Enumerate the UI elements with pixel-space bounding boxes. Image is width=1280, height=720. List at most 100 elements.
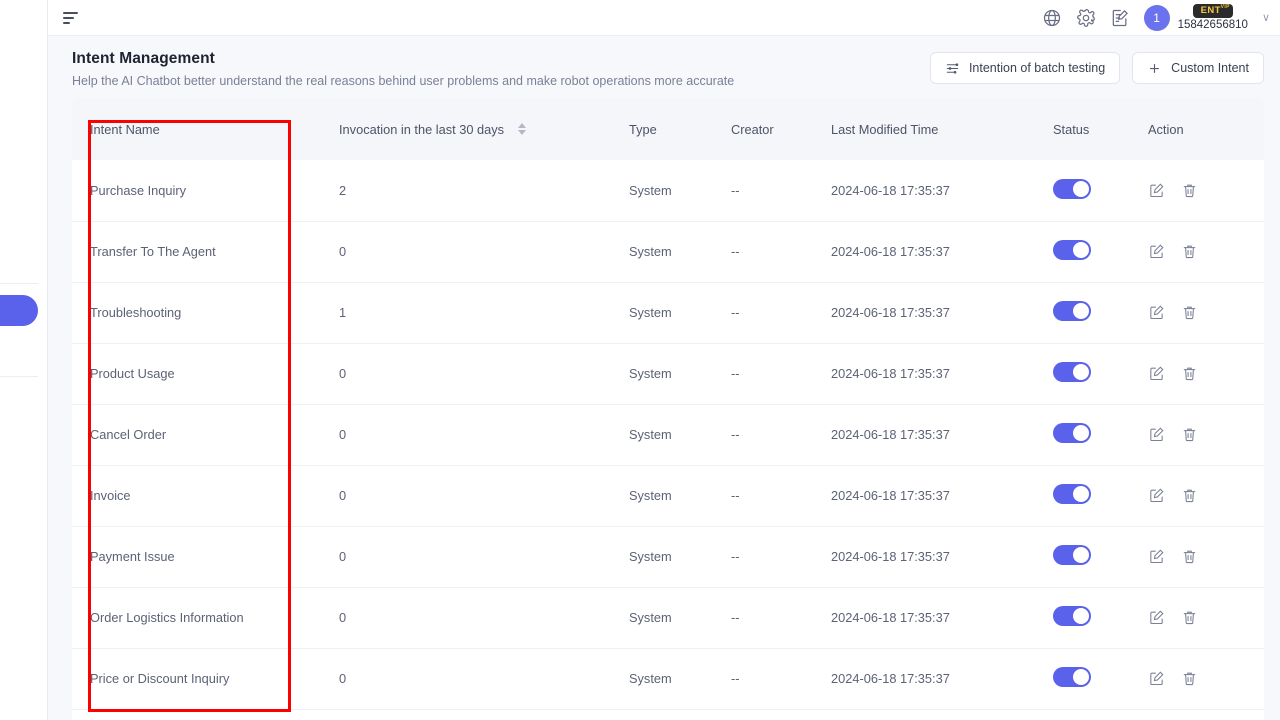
column-header-action[interactable]: Action bbox=[1138, 98, 1264, 160]
table-row[interactable]: Transfer To The Agent0System--2024-06-18… bbox=[72, 221, 1264, 282]
status-toggle[interactable] bbox=[1053, 362, 1091, 382]
cell-invocations: 0 bbox=[329, 343, 619, 404]
column-header-status[interactable]: Status bbox=[1043, 98, 1138, 160]
cell-type: System bbox=[619, 648, 721, 709]
cell-invocations: 0 bbox=[329, 587, 619, 648]
status-toggle[interactable] bbox=[1053, 667, 1091, 687]
sidebar-item-reply-strategy[interactable]: Reply Strategy bbox=[0, 330, 48, 370]
edit-icon[interactable] bbox=[1148, 182, 1165, 199]
cell-last-modified: 2024-06-18 17:35:37 bbox=[821, 526, 1043, 587]
page-header-text: Intent Management Help the AI Chatbot be… bbox=[72, 50, 930, 88]
gear-icon[interactable] bbox=[1076, 8, 1096, 28]
status-toggle[interactable] bbox=[1053, 484, 1091, 504]
table-row[interactable]: Price or Discount Inquiry0System--2024-0… bbox=[72, 648, 1264, 709]
column-header-status-label: Status bbox=[1053, 122, 1089, 137]
cell-invocations: 0 bbox=[329, 526, 619, 587]
cell-type: System bbox=[619, 221, 721, 282]
cell-status bbox=[1043, 648, 1138, 709]
table-header-row: Intent Name Invocation in the last 30 da… bbox=[72, 98, 1264, 160]
delete-icon[interactable] bbox=[1181, 609, 1198, 626]
cell-creator: -- bbox=[721, 648, 821, 709]
edit-icon[interactable] bbox=[1148, 487, 1165, 504]
intent-table-container: Intent Name Invocation in the last 30 da… bbox=[72, 98, 1264, 720]
table-header: Intent Name Invocation in the last 30 da… bbox=[72, 98, 1264, 160]
column-header-last-modified[interactable]: Last Modified Time bbox=[821, 98, 1043, 160]
sidebar-inner: AI Chatbot Settings Knowledge Base Q&A D… bbox=[0, 0, 48, 463]
status-toggle[interactable] bbox=[1053, 301, 1091, 321]
delete-icon[interactable] bbox=[1181, 243, 1198, 260]
delete-icon[interactable] bbox=[1181, 304, 1198, 321]
sidebar-item-qa-data[interactable]: Q&A Data Beta bbox=[0, 197, 48, 237]
edit-icon[interactable] bbox=[1148, 243, 1165, 260]
cell-last-modified: 2024-06-18 17:35:37 bbox=[821, 587, 1043, 648]
avatar[interactable]: 1 bbox=[1144, 5, 1170, 31]
cell-invocations: 0 bbox=[329, 404, 619, 465]
cell-intent-name: Order Logistics Information bbox=[72, 587, 329, 648]
column-header-last-modified-label: Last Modified Time bbox=[831, 122, 938, 137]
cell-invocations: 2 bbox=[329, 160, 619, 221]
page-subtitle: Help the AI Chatbot better understand th… bbox=[72, 74, 930, 88]
delete-icon[interactable] bbox=[1181, 182, 1198, 199]
table-row[interactable]: Troubleshooting1System--2024-06-18 17:35… bbox=[72, 282, 1264, 343]
sidebar: AI Chatbot Settings Knowledge Base Q&A D… bbox=[0, 0, 48, 720]
sidebar-section-settings: Settings bbox=[0, 117, 48, 157]
cell-last-modified: 2024-06-18 17:35:37 bbox=[821, 465, 1043, 526]
edit-icon[interactable] bbox=[1148, 548, 1165, 565]
sort-icon[interactable] bbox=[518, 123, 526, 135]
status-toggle[interactable] bbox=[1053, 240, 1091, 260]
table-row[interactable]: Invoice0System--2024-06-18 17:35:37 bbox=[72, 465, 1264, 526]
plus-icon bbox=[1147, 61, 1162, 76]
edit-icon[interactable] bbox=[1148, 670, 1165, 687]
cell-invocations: 0 bbox=[329, 465, 619, 526]
edit-icon[interactable] bbox=[1148, 304, 1165, 321]
status-badge-sup: VIP bbox=[1221, 5, 1230, 10]
column-header-type[interactable]: Type bbox=[619, 98, 721, 160]
cell-invocations: 1 bbox=[329, 282, 619, 343]
edit-icon[interactable] bbox=[1148, 365, 1165, 382]
cell-creator: -- bbox=[721, 587, 821, 648]
avatar-count: 1 bbox=[1153, 11, 1160, 25]
sidebar-divider-2 bbox=[0, 376, 38, 377]
column-header-action-label: Action bbox=[1148, 122, 1184, 137]
column-header-intent-name[interactable]: Intent Name bbox=[72, 98, 329, 160]
user-block[interactable]: ENTVIP 15842656810 bbox=[1178, 4, 1248, 31]
table-row[interactable]: Product Usage0System--2024-06-18 17:35:3… bbox=[72, 343, 1264, 404]
cell-invocations: 0 bbox=[329, 648, 619, 709]
status-toggle[interactable] bbox=[1053, 179, 1091, 199]
status-toggle[interactable] bbox=[1053, 423, 1091, 443]
custom-intent-button[interactable]: Custom Intent bbox=[1132, 52, 1264, 84]
delete-icon[interactable] bbox=[1181, 487, 1198, 504]
cell-creator: -- bbox=[721, 221, 821, 282]
delete-icon[interactable] bbox=[1181, 670, 1198, 687]
delete-icon[interactable] bbox=[1181, 548, 1198, 565]
sidebar-item-ai-chatbot[interactable]: AI Chatbot bbox=[0, 56, 48, 95]
note-edit-icon[interactable] bbox=[1110, 8, 1130, 28]
status-toggle[interactable] bbox=[1053, 545, 1091, 565]
column-header-creator[interactable]: Creator bbox=[721, 98, 821, 160]
delete-icon[interactable] bbox=[1181, 426, 1198, 443]
table-row[interactable]: Cancel Order0System--2024-06-18 17:35:37 bbox=[72, 404, 1264, 465]
table-row[interactable]: Order Logistics Information0System--2024… bbox=[72, 587, 1264, 648]
chevron-down-icon[interactable]: ∨ bbox=[1262, 11, 1270, 24]
delete-icon[interactable] bbox=[1181, 365, 1198, 382]
app-root: AI Chatbot Settings Knowledge Base Q&A D… bbox=[0, 0, 1280, 720]
table-row[interactable]: Purchase Inquiry2System--2024-06-18 17:3… bbox=[72, 160, 1264, 221]
status-toggle[interactable] bbox=[1053, 606, 1091, 626]
edit-icon[interactable] bbox=[1148, 426, 1165, 443]
cell-intent-name: Product Usage bbox=[72, 343, 329, 404]
sidebar-item-knowledge-base[interactable]: Knowledge Base bbox=[0, 157, 48, 197]
collapse-menu-icon[interactable] bbox=[60, 9, 81, 27]
batch-testing-label: Intention of batch testing bbox=[969, 61, 1105, 75]
sidebar-item-intent-management-label: Intent Management bbox=[0, 295, 38, 326]
edit-icon[interactable] bbox=[1148, 609, 1165, 626]
cell-status bbox=[1043, 526, 1138, 587]
batch-testing-button[interactable]: Intention of batch testing bbox=[930, 52, 1120, 84]
cell-type: System bbox=[619, 587, 721, 648]
sidebar-item-identification[interactable]: Identification bbox=[0, 237, 48, 277]
sidebar-item-intent-management[interactable]: Intent Management bbox=[0, 290, 48, 330]
sidebar-item-data-analysis[interactable]: Data Analysis bbox=[0, 423, 48, 463]
globe-icon[interactable] bbox=[1042, 8, 1062, 28]
table-row[interactable]: Payment Issue0System--2024-06-18 17:35:3… bbox=[72, 526, 1264, 587]
column-header-invocations[interactable]: Invocation in the last 30 days bbox=[329, 98, 619, 160]
column-header-invocations-label: Invocation in the last 30 days bbox=[339, 122, 504, 137]
